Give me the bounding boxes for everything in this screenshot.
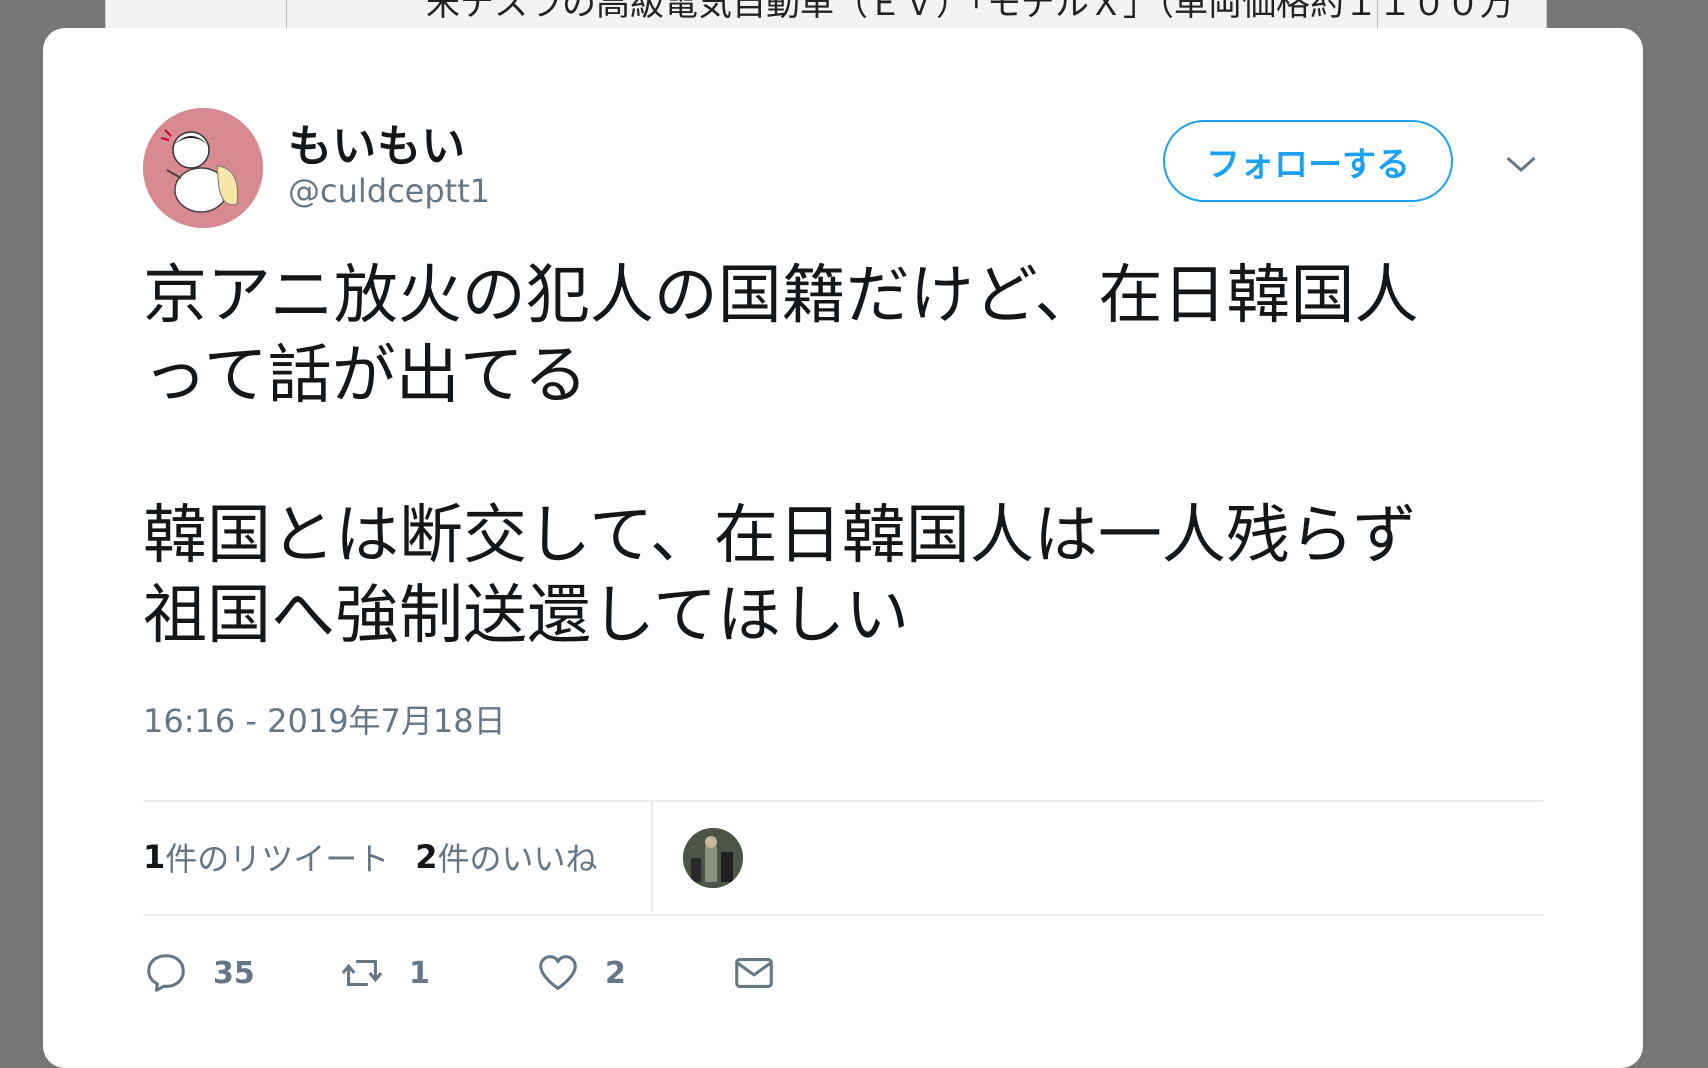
retweets-stat[interactable]: 1 件のリツイート (143, 834, 389, 880)
stats-separator (651, 802, 653, 912)
liker-avatar-image (683, 828, 743, 888)
display-name[interactable]: もいもい (288, 110, 466, 174)
follow-button[interactable]: フォローする (1163, 120, 1453, 202)
tweet-card: もいもい @culdceptt1 フォローする 京アニ放火の犯人の国籍だけど、在… (43, 28, 1643, 1068)
retweet-icon (341, 959, 383, 987)
tweet-stats: 1 件のリツイート 2 件のいいね (143, 802, 624, 912)
direct-message-button[interactable] (731, 950, 777, 996)
divider-bottom (143, 914, 1543, 916)
likes-count: 2 (415, 838, 438, 876)
reply-count: 35 (213, 955, 255, 991)
tweet-text: 京アニ放火の犯人の国籍だけど、在日韓国人 って話が出てる 韓国とは断交して、在日… (143, 259, 1419, 653)
background-snippet: 米テスラの高級電気自動車（ＥＶ）「モデルＸ」（車両価格約１１００万 (426, 0, 1514, 24)
retweets-label: 件のリツイート (165, 840, 390, 878)
likes-label: 件のいいね (437, 840, 598, 878)
chevron-down-icon[interactable] (1503, 146, 1539, 182)
like-count: 2 (605, 955, 626, 991)
tweet-actions: 35 1 2 (143, 943, 777, 1003)
mail-icon (735, 958, 773, 988)
user-handle[interactable]: @culdceptt1 (288, 172, 490, 210)
tweet-timestamp[interactable]: 16:16 - 2019年7月18日 (143, 696, 506, 742)
avatar[interactable] (143, 108, 263, 228)
likes-stat[interactable]: 2 件のいいね (415, 834, 597, 880)
reply-icon (147, 954, 185, 992)
retweet-button[interactable]: 1 (339, 950, 535, 996)
avatar-illustration (143, 108, 263, 228)
reply-button[interactable]: 35 (143, 950, 339, 996)
heart-icon (539, 955, 577, 990)
retweets-count: 1 (143, 838, 166, 876)
liker-avatar[interactable] (683, 828, 743, 888)
retweet-count: 1 (409, 955, 430, 991)
like-button[interactable]: 2 (535, 950, 731, 996)
